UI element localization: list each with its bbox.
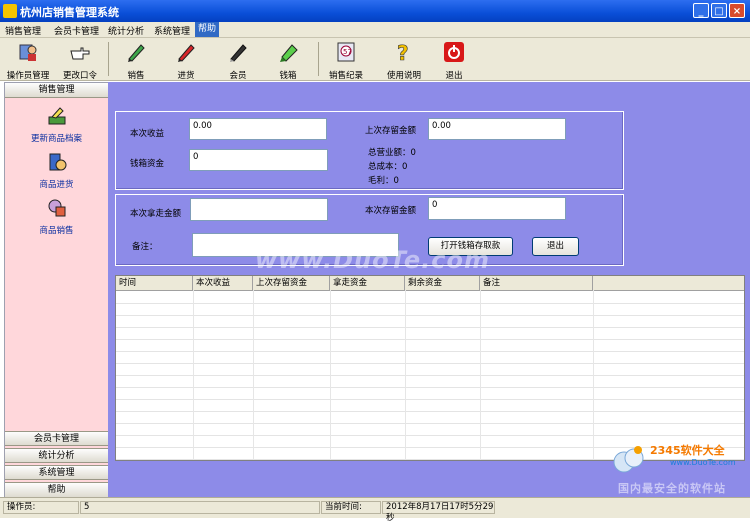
grid-row-line <box>116 375 744 376</box>
last-reserve-field[interactable]: 0.00 <box>428 118 566 140</box>
operator-value: 5 <box>80 501 320 514</box>
member-button[interactable]: 会员 <box>218 40 258 81</box>
status-bar: 操作员: 5 当前时间: 2012年8月17日17时5分29秒 <box>0 497 750 523</box>
column-header[interactable]: 剩余资金 <box>405 276 480 290</box>
red-pen-icon <box>178 44 195 62</box>
svg-text:?: ? <box>397 41 409 63</box>
black-pen-icon <box>230 44 247 62</box>
cashbox-funds-field[interactable]: 0 <box>189 149 328 171</box>
grid-row-line <box>116 423 744 424</box>
sidebar-header-member-card[interactable]: 会员卡管理 <box>5 431 108 446</box>
svg-text:57: 57 <box>343 48 352 56</box>
column-header[interactable]: 备注 <box>480 276 593 290</box>
column-header[interactable]: 拿走资金 <box>330 276 405 290</box>
sale-button[interactable]: 销售 <box>116 40 156 81</box>
note-label: 备注： <box>132 242 158 252</box>
sidebar: 销售管理 更新商品档案 商品进货 商品销售 会员卡管理 统计分析 系统管理 帮助 <box>4 82 109 499</box>
take-amount-label: 本次拿走金额 <box>130 209 182 219</box>
goods-sale-icon <box>48 199 65 217</box>
logo-url: www.DuoTe.com <box>670 458 736 467</box>
grid-column-line <box>193 290 194 460</box>
menu-bar: 销售管理 会员卡管理 统计分析 系统管理 帮助 <box>0 22 750 38</box>
minimize-button[interactable]: _ <box>693 3 709 18</box>
menu-statistics[interactable]: 统计分析 <box>108 24 144 37</box>
maximize-button[interactable]: □ <box>711 3 727 18</box>
current-income-field[interactable]: 0.00 <box>189 118 327 140</box>
records-icon: 57 <box>337 42 355 62</box>
menu-system[interactable]: 系统管理 <box>154 24 190 37</box>
take-amount-field[interactable] <box>190 198 328 221</box>
table-header: 时间 本次收益 上次存留资金 拿走资金 剩余资金 备注 <box>116 276 744 291</box>
grid-row-line <box>116 363 744 364</box>
toolbar-separator <box>108 42 109 76</box>
logo-slogan: 国内最安全的软件站 <box>618 482 726 495</box>
reserve-amount-label: 本次存留金额 <box>365 206 417 216</box>
instructions-button[interactable]: ? 使用说明 <box>382 40 426 81</box>
grid-row-line <box>116 339 744 340</box>
sidebar-header-help[interactable]: 帮助 <box>5 482 108 498</box>
update-goods-icon <box>48 107 65 125</box>
time-label: 当前时间: <box>321 501 381 514</box>
grid-column-line <box>480 290 481 460</box>
records-table[interactable]: 时间 本次收益 上次存留资金 拿走资金 剩余资金 备注 <box>115 275 745 461</box>
total-revenue-text: 总营业额：0 <box>368 148 416 158</box>
sidebar-item-update-goods[interactable]: 更新商品档案 <box>5 105 108 144</box>
cloud-logo-icon <box>613 446 644 473</box>
power-icon <box>444 42 464 62</box>
column-header[interactable]: 本次收益 <box>193 276 253 290</box>
grid-row-line <box>116 387 744 388</box>
grid-column-line <box>330 290 331 460</box>
grid-column-line <box>593 290 594 460</box>
grid-row-line <box>116 303 744 304</box>
logo-brand: 2345软件大全 <box>650 444 725 457</box>
cashbox-funds-label: 钱箱资金 <box>130 159 165 169</box>
grid-row-line <box>116 315 744 316</box>
grid-row-line <box>116 351 744 352</box>
window-title: 杭州店销售管理系统 <box>20 6 119 19</box>
site-logo: 2345软件大全 www.DuoTe.com 国内最安全的软件站 <box>610 440 746 495</box>
menu-help[interactable]: 帮助 <box>195 22 220 37</box>
close-button[interactable]: × <box>729 3 745 18</box>
purchase-button[interactable]: 进货 <box>166 40 206 81</box>
app-icon <box>3 4 17 18</box>
time-value: 2012年8月17日17时5分29秒 <box>382 501 495 523</box>
grid-row-line <box>116 399 744 400</box>
title-bar: 杭州店销售管理系统 _ □ × <box>0 0 750 22</box>
grid-column-line <box>405 290 406 460</box>
current-income-label: 本次收益 <box>130 129 165 139</box>
pointing-hand-icon <box>70 47 90 60</box>
sidebar-header-statistics[interactable]: 统计分析 <box>5 448 108 463</box>
sidebar-item-goods-purchase[interactable]: 商品进货 <box>5 151 108 190</box>
exit-button[interactable]: 退出 <box>532 237 579 256</box>
column-header[interactable]: 时间 <box>116 276 193 290</box>
last-reserve-label: 上次存留金额 <box>365 126 417 136</box>
green-pen-icon <box>128 44 145 62</box>
menu-member-card[interactable]: 会员卡管理 <box>54 24 99 37</box>
green-marker-icon <box>280 44 298 62</box>
sidebar-header-system[interactable]: 系统管理 <box>5 465 108 480</box>
total-cost-text: 总成本：0 <box>368 162 408 172</box>
toolbar-separator <box>318 42 319 76</box>
operator-icon <box>19 44 37 61</box>
gross-profit-text: 毛利：0 <box>368 176 399 186</box>
exit-toolbar-button[interactable]: 退出 <box>438 40 470 81</box>
operator-manage-button[interactable]: 操作员管理 <box>4 40 52 81</box>
sidebar-header-sales[interactable]: 销售管理 <box>5 83 108 98</box>
grid-row-line <box>116 435 744 436</box>
cashbox-button[interactable]: 钱箱 <box>268 40 308 81</box>
goods-purchase-icon <box>49 153 66 171</box>
watermark: www.DuoTe.com <box>255 246 490 274</box>
menu-sales[interactable]: 销售管理 <box>5 24 41 37</box>
grid-row-line <box>116 327 744 328</box>
toolbar: 操作员管理 更改口令 销售 进货 会员 钱箱 57 销售纪录 ? 使用说明 退出 <box>0 38 750 81</box>
reserve-amount-field[interactable]: 0 <box>428 197 566 220</box>
sales-records-button[interactable]: 57 销售纪录 <box>324 40 368 81</box>
sidebar-item-goods-sale[interactable]: 商品销售 <box>5 197 108 236</box>
change-password-button[interactable]: 更改口令 <box>58 40 102 81</box>
grid-column-line <box>253 290 254 460</box>
help-icon: ? <box>397 41 409 66</box>
column-header[interactable]: 上次存留资金 <box>253 276 330 290</box>
operator-label: 操作员: <box>3 501 79 514</box>
grid-row-line <box>116 411 744 412</box>
